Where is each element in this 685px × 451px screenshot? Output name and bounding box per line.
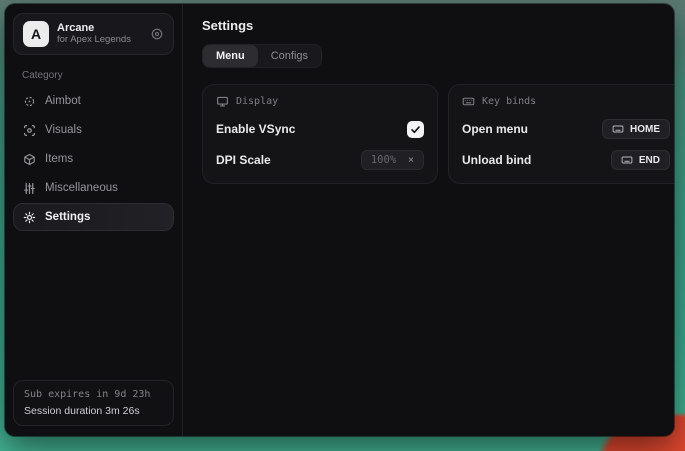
- keyboard-icon: [462, 95, 475, 108]
- tab-bar: Menu Configs: [202, 44, 322, 68]
- category-label: Category: [22, 70, 174, 81]
- keybinds-card-header: Key binds: [462, 95, 670, 108]
- crosshair-icon: [23, 95, 36, 108]
- brand-text: Arcane for Apex Legends: [57, 22, 131, 47]
- display-card-title: Display: [236, 96, 278, 107]
- settings-cards: Display Enable VSync DPI Scale 100% ×: [202, 84, 674, 184]
- sidebar-item-label: Visuals: [45, 124, 82, 136]
- monitor-icon: [216, 95, 229, 108]
- sidebar-item-visuals[interactable]: Visuals: [13, 116, 174, 144]
- open-menu-label: Open menu: [462, 122, 528, 136]
- sidebar-item-label: Settings: [45, 211, 90, 223]
- box-icon: [23, 153, 36, 166]
- app-name: Arcane: [57, 22, 131, 35]
- vsync-row: Enable VSync: [216, 119, 424, 139]
- check-icon: [410, 124, 421, 135]
- sidebar-item-aimbot[interactable]: Aimbot: [13, 87, 174, 115]
- sidebar-item-miscellaneous[interactable]: Miscellaneous: [13, 174, 174, 202]
- keybinds-card: Key binds Open menu HOME Unload bind: [448, 84, 674, 184]
- tab-menu[interactable]: Menu: [203, 45, 258, 67]
- vsync-checkbox[interactable]: [407, 121, 424, 138]
- sidebar-item-settings[interactable]: Settings: [13, 203, 174, 231]
- keybinds-card-title: Key binds: [482, 96, 536, 107]
- tab-configs[interactable]: Configs: [258, 45, 321, 67]
- sidebar-item-label: Miscellaneous: [45, 182, 118, 194]
- sidebar-item-items[interactable]: Items: [13, 145, 174, 173]
- unload-keybind[interactable]: END: [611, 150, 670, 170]
- vsync-label: Enable VSync: [216, 122, 295, 136]
- app-subtitle: for Apex Legends: [57, 35, 131, 46]
- brand-card: A Arcane for Apex Legends: [13, 13, 174, 55]
- dpi-row: DPI Scale 100% ×: [216, 150, 424, 170]
- display-card-header: Display: [216, 95, 424, 108]
- dpi-value[interactable]: 100%: [362, 151, 405, 169]
- open-menu-row: Open menu HOME: [462, 119, 670, 139]
- subscription-card: Sub expires in 9d 23h Session duration 3…: [13, 380, 174, 426]
- dpi-input[interactable]: 100% ×: [361, 150, 424, 170]
- keyboard-icon: [621, 154, 633, 166]
- gear-icon: [23, 211, 36, 224]
- app-logo: A: [23, 21, 49, 47]
- clear-icon[interactable]: ×: [405, 152, 423, 169]
- dpi-label: DPI Scale: [216, 153, 271, 167]
- app-window: A Arcane for Apex Legends Category Aimbo…: [5, 4, 674, 436]
- circle-target-icon[interactable]: [150, 27, 164, 41]
- sliders-icon: [23, 182, 36, 195]
- sidebar-spacer: [13, 231, 174, 380]
- open-menu-keybind[interactable]: HOME: [602, 119, 670, 139]
- unload-bind-row: Unload bind END: [462, 150, 670, 170]
- session-duration-text: Session duration 3m 26s: [24, 405, 163, 417]
- sub-expires-text: Sub expires in 9d 23h: [24, 389, 163, 400]
- scan-eye-icon: [23, 124, 36, 137]
- sidebar-item-label: Aimbot: [45, 95, 81, 107]
- main-content: Settings Menu Configs Display Enable VSy…: [183, 4, 674, 436]
- unload-bind-label: Unload bind: [462, 153, 531, 167]
- unload-key-label: END: [639, 155, 660, 166]
- desktop: { "sidebar": { "brand": { "initial": "A"…: [0, 0, 685, 451]
- sidebar-item-label: Items: [45, 153, 73, 165]
- keyboard-icon: [612, 123, 624, 135]
- sidebar: A Arcane for Apex Legends Category Aimbo…: [5, 4, 183, 436]
- display-card: Display Enable VSync DPI Scale 100% ×: [202, 84, 438, 184]
- page-title: Settings: [202, 18, 674, 33]
- open-menu-key-label: HOME: [630, 124, 660, 135]
